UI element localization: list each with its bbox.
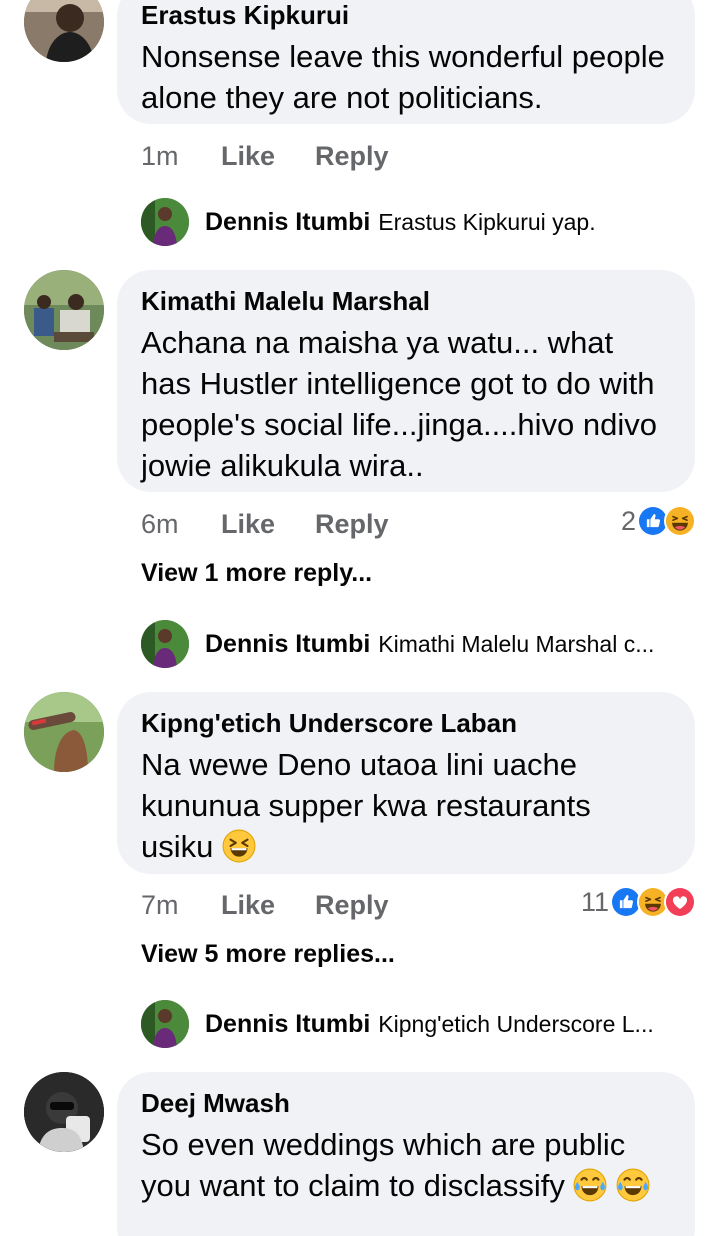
tears-of-joy-emoji-icon (616, 1168, 650, 1202)
comment-actions: 6m Like Reply (141, 504, 429, 544)
love-icon (664, 886, 696, 918)
comment-bubble: Deej Mwash So even weddings which are pu… (117, 1072, 695, 1236)
reply-author[interactable]: Dennis Itumbi (205, 630, 370, 659)
comment-time: 7m (141, 889, 179, 920)
commenter-avatar[interactable] (24, 692, 104, 772)
reply-avatar[interactable] (141, 1000, 189, 1048)
view-more-replies[interactable]: View 1 more reply... (141, 559, 372, 588)
comment-bubble: Kipng'etich Underscore Laban Na wewe Den… (117, 692, 695, 874)
comment-author[interactable]: Kimathi Malelu Marshal (141, 286, 671, 316)
comment-text: So even weddings which are public you wa… (141, 1127, 634, 1203)
reply-button[interactable]: Reply (315, 509, 389, 540)
comment-time: 1m (141, 140, 179, 171)
reply-preview[interactable]: Dennis Itumbi Kimathi Malelu Marshal c..… (141, 620, 692, 668)
reaction-summary[interactable]: 11 (581, 882, 696, 922)
reply-avatar[interactable] (141, 198, 189, 246)
comment-author[interactable]: Deej Mwash (141, 1088, 671, 1118)
reaction-count: 11 (580, 886, 609, 917)
haha-icon (664, 505, 696, 537)
comment-author[interactable]: Erastus Kipkurui (141, 0, 671, 30)
comment-time: 6m (141, 508, 179, 539)
comment-text: Na wewe Deno utaoa lini uache kununua su… (141, 747, 600, 864)
reply-preview[interactable]: Dennis Itumbi Kipng'etich Underscore L..… (141, 1000, 692, 1048)
comment-text: Achana na maisha ya watu... what has Hus… (141, 325, 666, 483)
tears-of-joy-emoji-icon (573, 1168, 607, 1202)
reaction-summary[interactable]: 2 (621, 501, 696, 541)
reply-author[interactable]: Dennis Itumbi (205, 208, 370, 237)
commenter-avatar[interactable] (24, 270, 104, 350)
reply-snippet: Erastus Kipkurui yap. (378, 208, 596, 235)
comment-bubble: Kimathi Malelu Marshal Achana na maisha … (117, 270, 695, 492)
reply-avatar[interactable] (141, 620, 189, 668)
grinning-squinting-emoji-icon (222, 829, 256, 863)
reply-author[interactable]: Dennis Itumbi (205, 1010, 370, 1039)
reply-snippet: Kimathi Malelu Marshal c... (378, 630, 655, 657)
like-button[interactable]: Like (221, 509, 275, 540)
comment-text: Nonsense leave this wonderful people alo… (141, 39, 674, 115)
like-button[interactable]: Like (221, 890, 275, 921)
like-button[interactable]: Like (221, 141, 275, 172)
comment-author[interactable]: Kipng'etich Underscore Laban (141, 708, 671, 738)
commenter-avatar[interactable] (24, 0, 104, 62)
comment-bubble: Erastus Kipkurui Nonsense leave this won… (117, 0, 695, 124)
reaction-count: 2 (620, 505, 636, 536)
reply-button[interactable]: Reply (315, 890, 389, 921)
view-more-replies[interactable]: View 5 more replies... (141, 940, 395, 969)
reply-snippet: Kipng'etich Underscore L... (378, 1010, 654, 1037)
comment-actions: 1m Like Reply (141, 136, 429, 176)
commenter-avatar[interactable] (24, 1072, 104, 1152)
reply-button[interactable]: Reply (315, 141, 389, 172)
comment-actions: 7m Like Reply (141, 885, 429, 925)
reply-preview[interactable]: Dennis Itumbi Erastus Kipkurui yap. (141, 198, 692, 246)
